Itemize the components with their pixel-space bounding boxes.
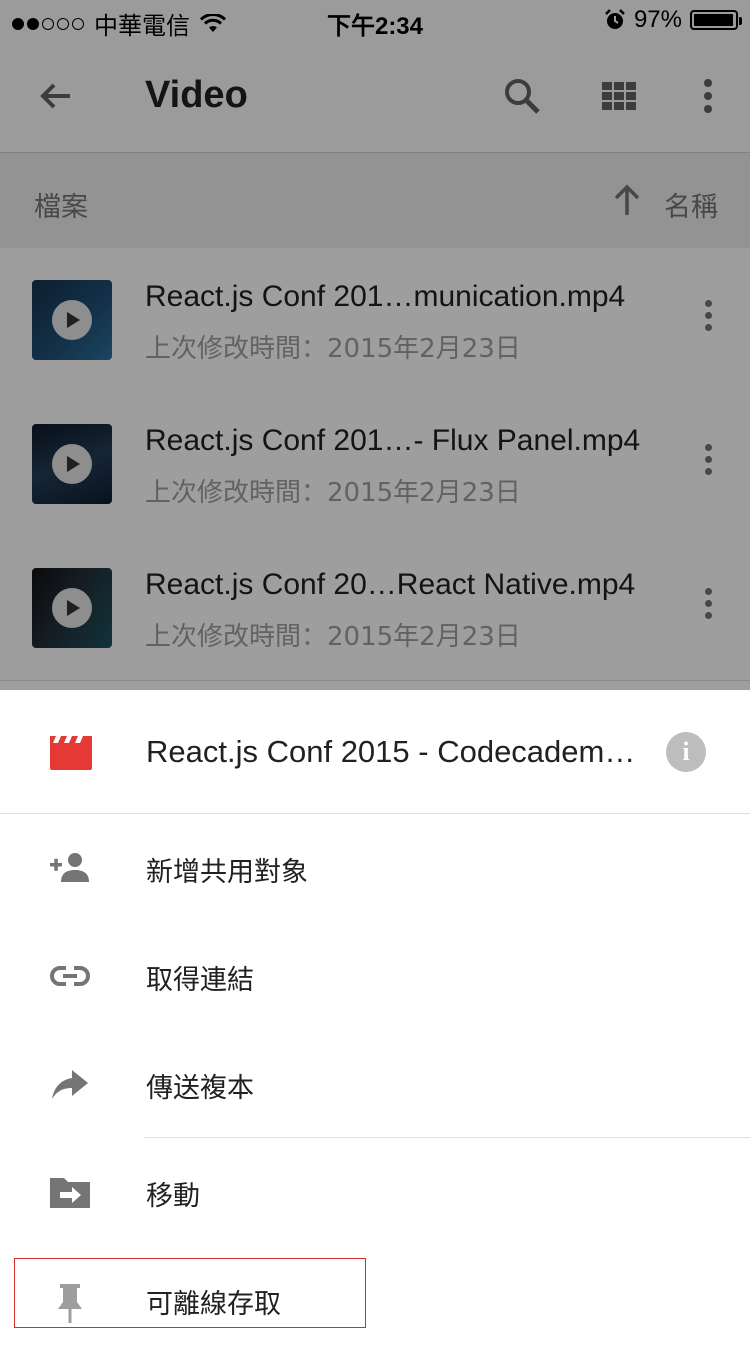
menu-item-label: 取得連結 [146,965,254,996]
move-folder-icon [50,1178,90,1208]
link-icon [50,966,90,986]
menu-item-send-copy[interactable]: 傳送複本 [0,1030,750,1138]
person-add-icon [50,853,89,882]
sheet-header: React.js Conf 2015 - Codecadem… i [0,690,750,814]
menu-item-move[interactable]: 移動 [0,1138,750,1246]
menu-item-label: 移動 [146,1181,200,1212]
share-arrow-icon [52,1070,88,1099]
menu-item-get-link[interactable]: 取得連結 [0,922,750,1030]
menu-item-label: 新增共用對象 [146,857,308,888]
menu-item-label: 傳送複本 [146,1073,254,1104]
bottom-sheet: React.js Conf 2015 - Codecadem… i 新增共用對象… [0,690,750,1334]
video-file-icon [50,736,92,770]
menu-item-add-people[interactable]: 新增共用對象 [0,814,750,922]
info-icon[interactable]: i [666,732,706,772]
sheet-title: React.js Conf 2015 - Codecadem… [146,734,636,769]
highlight-box [14,1258,366,1328]
dim-overlay[interactable] [0,0,750,690]
